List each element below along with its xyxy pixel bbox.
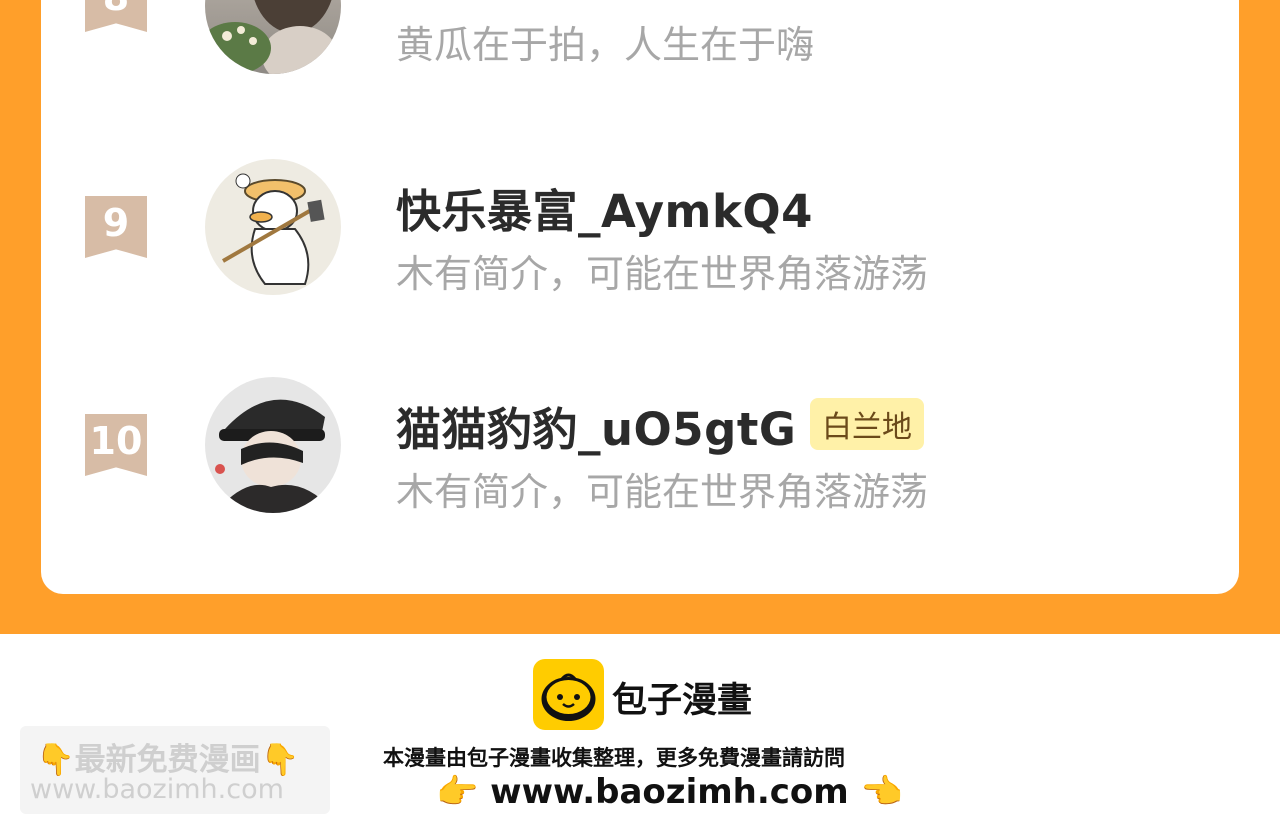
- avatar[interactable]: [205, 159, 341, 295]
- rank-number: 10: [89, 419, 143, 463]
- brand-name: 包子漫畫: [612, 681, 753, 721]
- promo-title: 👇最新免费漫画👇: [36, 742, 300, 778]
- promo-url: www.baozimh.com: [30, 774, 284, 805]
- list-item[interactable]: 8 黄瓜在于拍，人生在于嗨: [41, 0, 1239, 104]
- rank-number: 8: [103, 0, 129, 19]
- rank-number: 9: [102, 201, 130, 245]
- footer-note: 本漫畫由包子漫畫收集整理，更多免費漫畫請訪問: [383, 746, 845, 770]
- user-name[interactable]: 猫猫豹豹_uO5gtG: [396, 393, 796, 458]
- list-item[interactable]: 9 快乐暴富_AymkQ4 木有简介，可能在世界角落游荡: [41, 158, 1239, 298]
- promo-watermark[interactable]: 👇最新免费漫画👇 www.baozimh.com: [20, 726, 330, 814]
- avatar[interactable]: [205, 0, 341, 74]
- leaderboard-card: 8 黄瓜在于拍，人生在于嗨: [41, 0, 1239, 594]
- avatar[interactable]: [205, 377, 341, 513]
- user-tag: 白兰地: [810, 398, 924, 450]
- user-bio: 黄瓜在于拍，人生在于嗨: [396, 23, 815, 67]
- user-bio: 木有简介，可能在世界角落游荡: [396, 470, 929, 514]
- user-name[interactable]: 快乐暴富_AymkQ4: [396, 175, 813, 240]
- site-link[interactable]: 👉 www.baozimh.com 👈: [436, 772, 903, 812]
- list-item[interactable]: 10 猫猫豹豹_uO5gtG 白兰地 木有简介，可能在世界角落游荡: [41, 376, 1239, 516]
- rank-badge: 8: [85, 0, 147, 32]
- rank-badge: 9: [85, 196, 147, 258]
- baozi-logo-icon: [533, 659, 604, 730]
- user-bio: 木有简介，可能在世界角落游荡: [396, 252, 929, 296]
- rank-badge: 10: [85, 414, 147, 476]
